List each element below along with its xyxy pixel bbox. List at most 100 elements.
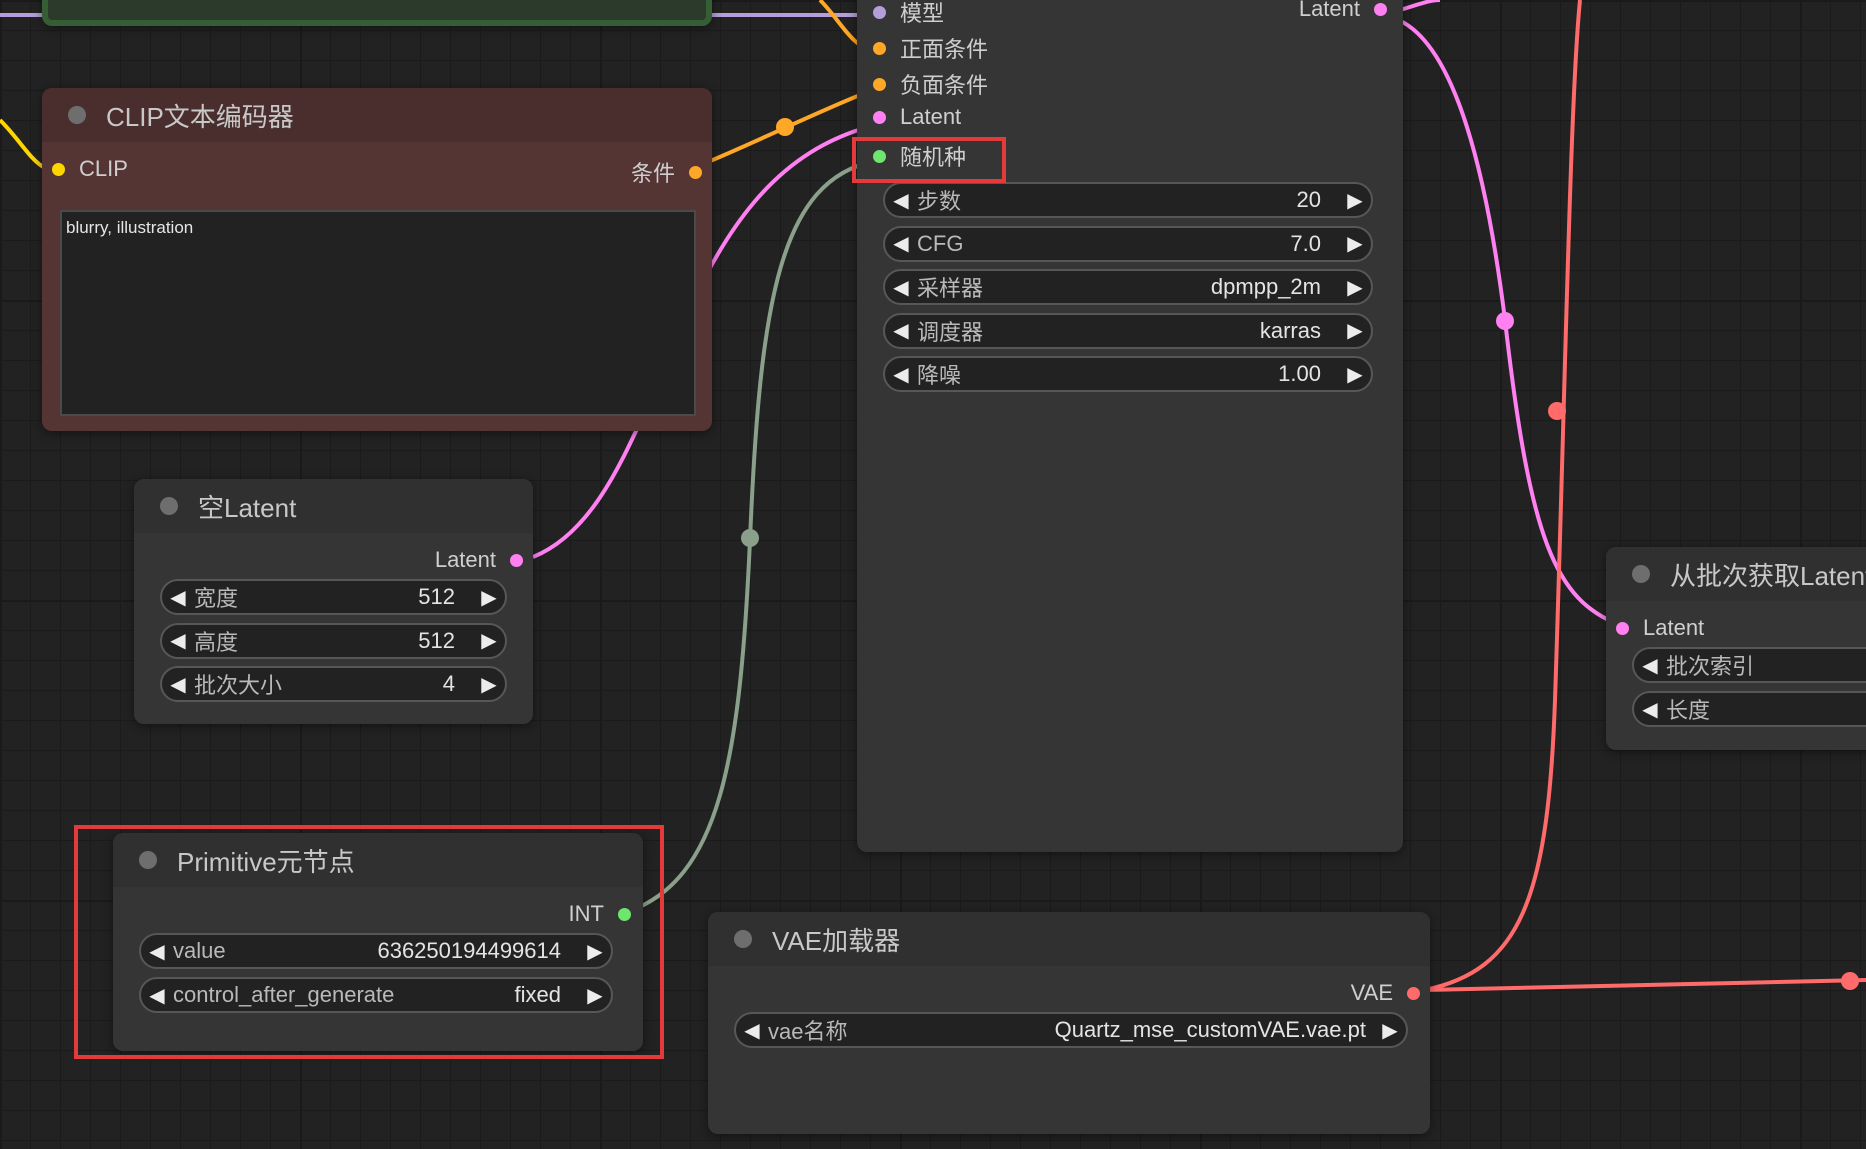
- widget-length[interactable]: ◀ 长度: [1632, 691, 1866, 727]
- arrow-left-icon[interactable]: ◀: [885, 275, 917, 300]
- clip-text-encoder-node[interactable]: CLIP文本编码器 CLIP 条件 blurry, illustration: [42, 88, 712, 431]
- widget-value: fixed: [514, 982, 561, 1007]
- port-dot-icon[interactable]: [618, 907, 631, 921]
- node-title-bar[interactable]: 空Latent: [134, 479, 533, 533]
- port-label: VAE: [1350, 980, 1393, 1005]
- widget-0[interactable]: ◀ value 636250194499614 ▶: [139, 933, 613, 969]
- port-label: Latent: [434, 547, 496, 572]
- widget-0[interactable]: ◀ 步数 20 ▶: [883, 182, 1373, 218]
- widget-1[interactable]: ◀ 高度 512 ▶: [160, 622, 507, 659]
- arrow-right-icon[interactable]: ▶: [1339, 231, 1371, 256]
- collapse-dot-icon[interactable]: [734, 930, 752, 948]
- widget-1[interactable]: ◀ CFG 7.0 ▶: [883, 225, 1373, 262]
- node-title-bar[interactable]: Primitive元节点: [113, 833, 643, 887]
- output-port-vae[interactable]: VAE: [1351, 980, 1420, 1006]
- input-port-clip[interactable]: CLIP: [52, 156, 128, 182]
- collapse-dot-icon[interactable]: [139, 851, 157, 869]
- input-port-1[interactable]: 正面条件: [873, 32, 988, 64]
- arrow-left-icon[interactable]: ◀: [141, 939, 173, 964]
- ksampler-node[interactable]: 模型 正面条件 负面条件 Latent 随机种 Latent ◀ 步数 20 ▶ ◀ CFG 7.0…: [857, 0, 1403, 852]
- widget-value: 636250194499614: [377, 938, 561, 963]
- prompt-textarea[interactable]: blurry, illustration: [60, 210, 696, 416]
- arrow-right-icon[interactable]: ▶: [1339, 318, 1371, 343]
- widget-2[interactable]: ◀ 批次大小 4 ▶: [160, 666, 507, 702]
- arrow-left-icon[interactable]: ◀: [1634, 653, 1666, 678]
- arrow-left-icon[interactable]: ◀: [736, 1018, 768, 1043]
- arrow-left-icon[interactable]: ◀: [162, 672, 194, 697]
- port-dot-icon[interactable]: [1374, 2, 1387, 16]
- top-green-node[interactable]: [42, 0, 712, 26]
- output-port-latent[interactable]: Latent: [435, 547, 523, 573]
- collapse-dot-icon[interactable]: [1632, 565, 1650, 583]
- port-dot-icon[interactable]: [873, 149, 886, 163]
- arrow-left-icon[interactable]: ◀: [885, 188, 917, 213]
- empty-latent-node[interactable]: 空Latent Latent ◀ 宽度 512 ▶ ◀ 高度 512 ▶ ◀ 批次大小 4 ▶: [134, 479, 533, 724]
- arrow-right-icon[interactable]: ▶: [1339, 362, 1371, 387]
- arrow-left-icon[interactable]: ◀: [885, 318, 917, 343]
- widget-value: 1.00: [1278, 361, 1321, 386]
- widget-3[interactable]: ◀ 调度器 karras ▶: [883, 312, 1373, 349]
- arrow-right-icon[interactable]: ▶: [473, 672, 505, 697]
- port-dot-icon[interactable]: [1616, 621, 1629, 635]
- port-label: Latent: [1643, 615, 1705, 640]
- port-dot-icon[interactable]: [510, 553, 523, 567]
- node-title-bar[interactable]: 从批次获取Latent: [1606, 547, 1866, 601]
- arrow-left-icon[interactable]: ◀: [1634, 697, 1666, 722]
- port-dot-icon[interactable]: [689, 165, 702, 179]
- widget-vae-name[interactable]: ◀ vae名称 Quartz_mse_customVAE.vae.pt ▶: [734, 1012, 1408, 1048]
- arrow-right-icon[interactable]: ▶: [579, 939, 611, 964]
- port-dot-icon[interactable]: [1407, 986, 1420, 1000]
- widget-batch-index[interactable]: ◀ 批次索引: [1632, 647, 1866, 683]
- node-title-bar[interactable]: VAE加载器: [708, 912, 1430, 966]
- port-dot-icon[interactable]: [52, 162, 65, 176]
- node-title-bar[interactable]: CLIP文本编码器: [42, 88, 712, 142]
- latent-from-batch-node[interactable]: 从批次获取Latent Latent ◀ 批次索引 ◀ 长度: [1606, 547, 1866, 750]
- arrow-right-icon[interactable]: ▶: [473, 628, 505, 653]
- port-dot-icon[interactable]: [873, 41, 886, 55]
- arrow-left-icon[interactable]: ◀: [885, 362, 917, 387]
- vae-loader-node[interactable]: VAE加载器 VAE ◀ vae名称 Quartz_mse_customVAE.…: [708, 912, 1430, 1134]
- input-port-4[interactable]: 随机种: [873, 140, 966, 172]
- arrow-left-icon[interactable]: ◀: [162, 585, 194, 610]
- arrow-right-icon[interactable]: ▶: [473, 585, 505, 610]
- widget-label: 步数: [917, 189, 962, 214]
- input-port-2[interactable]: 负面条件: [873, 68, 988, 100]
- input-port-3[interactable]: Latent: [873, 104, 961, 130]
- port-dot-icon[interactable]: [873, 77, 886, 91]
- port-dot-icon[interactable]: [873, 5, 886, 19]
- port-dot-icon[interactable]: [873, 110, 886, 124]
- node-title: Primitive元节点: [177, 846, 355, 877]
- port-label: Latent: [900, 104, 962, 129]
- node-title: VAE加载器: [772, 925, 901, 956]
- primitive-node[interactable]: Primitive元节点 INT ◀ value 636250194499614 ▶ ◀…: [113, 833, 643, 1051]
- arrow-left-icon[interactable]: ◀: [885, 231, 917, 256]
- output-port-latent[interactable]: Latent: [1299, 0, 1387, 22]
- widget-0[interactable]: ◀ 宽度 512 ▶: [160, 579, 507, 615]
- arrow-right-icon[interactable]: ▶: [1339, 275, 1371, 300]
- arrow-right-icon[interactable]: ▶: [1374, 1018, 1406, 1043]
- arrow-left-icon[interactable]: ◀: [162, 628, 194, 653]
- widget-value: 20: [1296, 187, 1321, 212]
- widget-value: Quartz_mse_customVAE.vae.pt: [1054, 1017, 1366, 1042]
- widget-label: 采样器: [917, 276, 984, 301]
- output-port-conditioning[interactable]: 条件: [631, 156, 702, 188]
- widget-1[interactable]: ◀ control_after_generate fixed ▶: [139, 977, 613, 1013]
- widget-label: 降噪: [917, 363, 962, 388]
- collapse-dot-icon[interactable]: [68, 106, 86, 124]
- widget-2[interactable]: ◀ 采样器 dpmpp_2m ▶: [883, 269, 1373, 305]
- collapse-dot-icon[interactable]: [160, 497, 178, 515]
- widget-value: dpmpp_2m: [1210, 274, 1321, 299]
- output-port-int[interactable]: INT: [569, 901, 631, 927]
- input-port-latent[interactable]: Latent: [1616, 615, 1704, 641]
- widget-4[interactable]: ◀ 降噪 1.00 ▶: [883, 356, 1373, 392]
- widget-label: 批次大小: [194, 673, 283, 698]
- port-label: 正面条件: [900, 37, 989, 62]
- arrow-left-icon[interactable]: ◀: [141, 983, 173, 1008]
- wire-vae-right-reroute: [1841, 972, 1859, 990]
- widget-value: 4: [442, 671, 455, 696]
- wire-vae-reroute: [1548, 402, 1566, 420]
- input-port-0[interactable]: 模型: [873, 0, 944, 28]
- arrow-right-icon[interactable]: ▶: [1339, 188, 1371, 213]
- widget-value: 512: [418, 627, 455, 653]
- arrow-right-icon[interactable]: ▶: [579, 983, 611, 1008]
